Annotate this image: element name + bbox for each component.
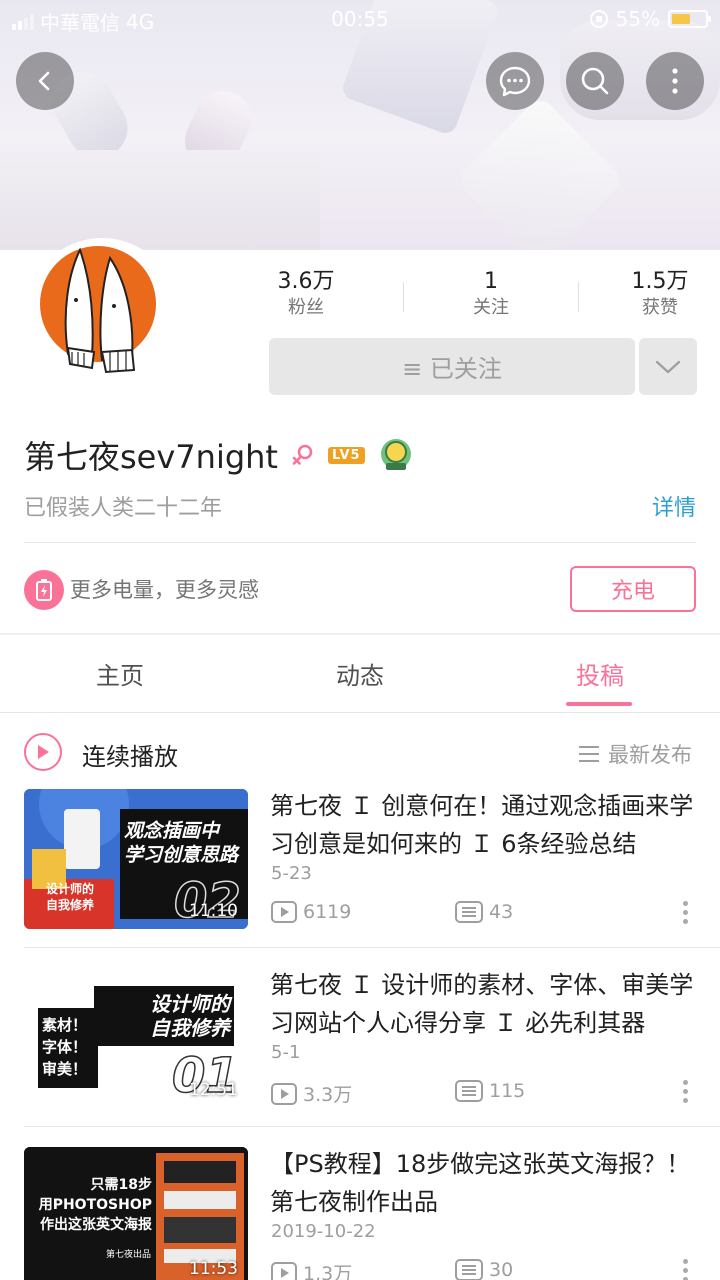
message-icon xyxy=(499,66,531,97)
video-title[interactable]: 【PS教程】18步做完这张英文海报？！第七夜制作出品 xyxy=(270,1145,700,1221)
thumbnail-subtitle: 第七夜出品 xyxy=(106,1250,152,1260)
likes-label: 获赞 xyxy=(642,297,678,318)
battery-percent: 55% xyxy=(615,7,660,31)
follow-state-label: ≡ 已关注 xyxy=(402,355,502,383)
video-date: 5-1 xyxy=(271,1042,301,1063)
avatar-image xyxy=(32,244,172,384)
divider xyxy=(24,542,696,543)
likes-stat: 1.5万 获赞 xyxy=(590,268,720,320)
section-divider xyxy=(0,633,720,635)
video-duration: 11:10 xyxy=(189,901,238,921)
message-button[interactable] xyxy=(486,52,544,110)
video-comments: 115 xyxy=(455,1080,525,1102)
comments-icon xyxy=(455,901,483,923)
following-stat[interactable]: 1 关注 xyxy=(421,268,561,320)
video-title[interactable]: 第七夜 Ｉ 设计师的素材、字体、审美学习网站个人心得分享 Ｉ 必先利其器 xyxy=(270,966,700,1042)
back-button[interactable] xyxy=(16,52,74,110)
follow-dropdown-button[interactable] xyxy=(639,338,697,395)
video-item[interactable]: 只需18步 用PHOTOSHOP 作出这张英文海报 第七夜出品 11:53 【P… xyxy=(0,1147,720,1280)
username-row: 第七夜sev7night LV5 xyxy=(24,432,415,478)
back-arrow-icon xyxy=(38,71,50,91)
charge-row: 更多电量，更多灵感 充电 xyxy=(24,566,696,612)
video-comments: 43 xyxy=(455,901,513,923)
search-button[interactable] xyxy=(566,52,624,110)
sort-icon xyxy=(579,746,599,762)
video-duration: 12:51 xyxy=(189,1080,238,1100)
profile-stats: 3.6万 粉丝 1 关注 1.5万 获赞 xyxy=(236,268,720,328)
thumbnail-subtitle: 素材！ 字体！ 审美！ xyxy=(42,1016,88,1078)
thumbnail-subtitle: 设计师的 自我修养 xyxy=(46,882,95,912)
female-icon xyxy=(292,444,313,465)
more-button[interactable] xyxy=(646,52,704,110)
video-thumbnail[interactable]: 观念插画中 学习创意思路 设计师的 自我修养 02 11:10 xyxy=(24,789,248,929)
views-count: 6119 xyxy=(303,901,352,923)
tab-activity[interactable]: 动态 xyxy=(240,656,480,691)
divider xyxy=(24,947,720,948)
video-date: 2019-10-22 xyxy=(271,1221,376,1242)
followed-button[interactable]: ≡ 已关注 xyxy=(269,338,635,395)
video-item[interactable]: 观念插画中 学习创意思路 设计师的 自我修养 02 11:10 第七夜 Ｉ 创意… xyxy=(0,789,720,967)
sort-label: 最新发布 xyxy=(608,743,692,767)
battery-icon xyxy=(668,10,711,28)
playlist-bar: 连续播放 最新发布 xyxy=(0,713,720,789)
video-more-icon[interactable] xyxy=(680,1259,690,1280)
rotation-lock-icon xyxy=(589,10,608,28)
medal-icon[interactable] xyxy=(377,436,415,474)
tab-home[interactable]: 主页 xyxy=(0,656,240,691)
video-comments: 30 xyxy=(455,1259,513,1280)
charge-text: 更多电量，更多灵感 xyxy=(70,578,259,602)
profile-tabs: 主页 动态 投稿 xyxy=(0,636,720,712)
comments-count: 30 xyxy=(489,1259,514,1280)
views-count: 3.3万 xyxy=(303,1084,353,1106)
status-bar: 中華電信 4G 00:55 55% xyxy=(0,0,720,40)
video-thumbnail[interactable]: 设计师的 自我修养 素材！ 字体！ 审美！ 01 12:51 xyxy=(24,968,248,1108)
divider xyxy=(578,282,579,312)
video-views: 6119 xyxy=(271,901,351,923)
divider xyxy=(24,1126,720,1127)
video-more-icon[interactable] xyxy=(680,901,690,929)
views-count: 1.3万 xyxy=(303,1263,353,1280)
comments-icon xyxy=(455,1259,483,1280)
followers-label: 粉丝 xyxy=(288,297,324,318)
video-title[interactable]: 第七夜 Ｉ 创意何在！通过观念插画来学习创意是如何来的 Ｉ 6条经验总结 xyxy=(270,787,700,863)
chevron-down-icon xyxy=(655,360,681,373)
continuous-play-button[interactable]: 连续播放 xyxy=(82,737,178,772)
detail-link[interactable]: 详情 xyxy=(652,490,696,522)
video-views: 1.3万 xyxy=(271,1259,352,1280)
followers-count: 3.6万 xyxy=(277,269,335,294)
views-icon xyxy=(271,1261,297,1280)
comments-icon xyxy=(455,1080,483,1102)
views-icon xyxy=(271,1082,297,1105)
thumbnail-title: 观念插画中 学习创意思路 xyxy=(124,820,239,866)
followers-stat[interactable]: 3.6万 粉丝 xyxy=(236,268,376,320)
video-date: 5-23 xyxy=(271,863,312,884)
play-icon[interactable] xyxy=(24,733,62,771)
video-views: 3.3万 xyxy=(271,1080,352,1107)
divider xyxy=(403,282,404,312)
search-icon xyxy=(581,67,609,95)
username: 第七夜sev7night xyxy=(24,438,278,476)
video-more-icon[interactable] xyxy=(680,1080,690,1108)
avatar[interactable] xyxy=(26,238,178,390)
sort-button[interactable]: 最新发布 xyxy=(578,739,692,769)
more-vertical-icon xyxy=(672,68,678,94)
charge-button[interactable]: 充电 xyxy=(570,566,696,612)
video-item[interactable]: 设计师的 自我修养 素材！ 字体！ 审美！ 01 12:51 第七夜 Ｉ 设计师… xyxy=(0,968,720,1146)
thumbnail-title: 只需18步 用PHOTOSHOP 作出这张英文海报 xyxy=(38,1177,152,1233)
video-duration: 11:53 xyxy=(189,1259,238,1279)
battery-charge-icon xyxy=(24,570,64,610)
comments-count: 115 xyxy=(489,1080,526,1102)
following-label: 关注 xyxy=(473,297,509,318)
level-badge: LV5 xyxy=(327,446,365,464)
bio: 已假装人类二十二年 xyxy=(24,496,223,521)
active-tab-indicator xyxy=(566,702,632,706)
thumbnail-title: 设计师的 自我修养 xyxy=(150,992,230,1040)
views-icon xyxy=(271,901,297,923)
tab-uploads[interactable]: 投稿 xyxy=(480,656,720,691)
likes-count: 1.5万 xyxy=(631,269,689,294)
comments-count: 43 xyxy=(489,901,514,923)
following-count: 1 xyxy=(484,269,498,294)
video-thumbnail[interactable]: 只需18步 用PHOTOSHOP 作出这张英文海报 第七夜出品 11:53 xyxy=(24,1147,248,1280)
